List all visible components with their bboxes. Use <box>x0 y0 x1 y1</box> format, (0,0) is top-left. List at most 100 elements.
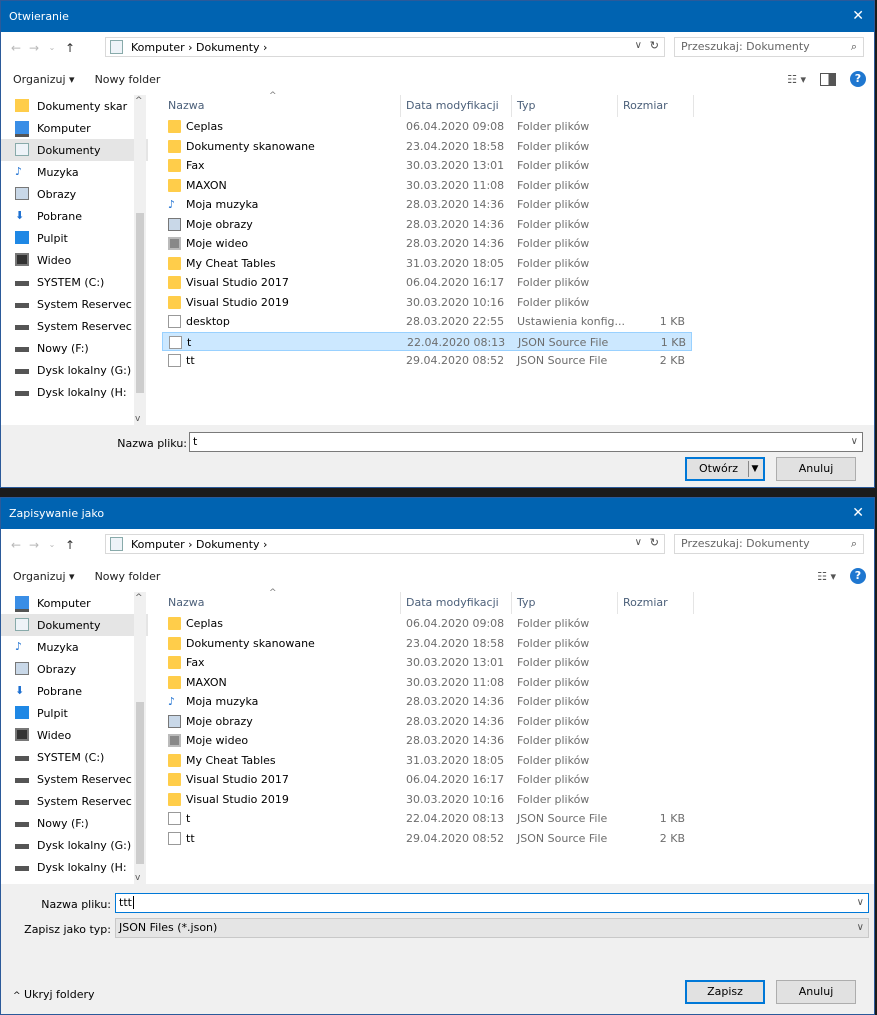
scroll-up-icon[interactable]: ^ <box>135 593 143 603</box>
column-date[interactable]: Data modyfikacji <box>406 99 499 112</box>
up-arrow-icon[interactable]: ↑ <box>61 538 79 552</box>
filetype-select[interactable]: JSON Files (*.json) ∨ <box>115 918 869 938</box>
back-arrow-icon[interactable]: ← <box>7 41 25 55</box>
nav-item[interactable]: Nowy (F:) <box>1 337 148 359</box>
file-row[interactable]: MAXON 30.03.2020 11:08 Folder plików <box>162 673 867 693</box>
column-size[interactable]: Rozmiar <box>623 99 668 112</box>
preview-pane-icon[interactable] <box>820 72 836 86</box>
nav-item[interactable]: Dysk lokalny (H: <box>1 856 148 878</box>
new-folder-button[interactable]: Nowy folder <box>95 73 161 86</box>
column-name[interactable]: Nazwa <box>168 99 204 112</box>
view-options-icon[interactable]: ☷ ▾ <box>817 570 836 583</box>
file-row[interactable]: Ceplas 06.04.2020 09:08 Folder plików <box>162 614 867 634</box>
organize-button[interactable]: Organizuj ▾ <box>13 570 75 583</box>
cancel-button[interactable]: Anuluj <box>776 457 856 481</box>
nav-item[interactable]: Obrazy <box>1 183 148 205</box>
breadcrumb[interactable]: Komputer › Dokumenty › <box>127 41 267 54</box>
view-options-icon[interactable]: ☷ ▾ <box>787 73 806 86</box>
file-row[interactable]: t 22.04.2020 08:13 JSON Source File 1 KB <box>162 809 867 829</box>
breadcrumb[interactable]: Komputer › Dokumenty › <box>127 538 267 551</box>
refresh-icon[interactable]: ↻ <box>650 536 659 549</box>
scrollbar-thumb[interactable] <box>136 702 144 864</box>
nav-scrollbar[interactable]: ^ v <box>134 592 146 884</box>
filename-field[interactable]: t ∨ <box>189 432 863 452</box>
refresh-icon[interactable]: ↻ <box>650 39 659 52</box>
file-row[interactable]: Visual Studio 2019 30.03.2020 10:16 Folder… <box>162 790 867 810</box>
file-row[interactable]: Ceplas 06.04.2020 09:08 Folder plików <box>162 117 867 137</box>
scroll-down-icon[interactable]: v <box>135 873 140 883</box>
search-icon[interactable]: ⌕ <box>851 38 857 56</box>
new-folder-button[interactable]: Nowy folder <box>95 570 161 583</box>
file-row[interactable]: Visual Studio 2019 30.03.2020 10:16 Folder… <box>162 293 867 313</box>
nav-item[interactable]: Dokumenty <box>1 614 148 636</box>
file-row[interactable]: ♪ Moja muzyka 28.03.2020 14:36 Folder plikó… <box>162 195 867 215</box>
file-row[interactable]: Visual Studio 2017 06.04.2020 16:17 Folder… <box>162 273 867 293</box>
back-arrow-icon[interactable]: ← <box>7 538 25 552</box>
nav-item[interactable]: SYSTEM (C:) <box>1 746 148 768</box>
close-icon[interactable]: ✕ <box>852 8 864 24</box>
save-button[interactable]: Zapisz <box>685 980 765 1004</box>
nav-item[interactable]: Nowy (F:) <box>1 812 148 834</box>
chevron-down-icon[interactable]: ∨ <box>857 919 864 937</box>
file-row[interactable]: tt 29.04.2020 08:52 JSON Source File 2 KB <box>162 351 867 371</box>
hide-folders-toggle[interactable]: ^ Ukryj foldery <box>13 988 95 1001</box>
nav-item[interactable]: System Reservec <box>1 293 148 315</box>
file-row[interactable]: Fax 30.03.2020 13:01 Folder plików <box>162 653 867 673</box>
up-arrow-icon[interactable]: ↑ <box>61 41 79 55</box>
search-input[interactable]: Przeszukaj: Dokumenty ⌕ <box>674 534 864 554</box>
file-row[interactable]: Moje obrazy 28.03.2020 14:36 Folder plików <box>162 215 867 235</box>
scroll-up-icon[interactable]: ^ <box>135 96 143 106</box>
close-icon[interactable]: ✕ <box>852 505 864 521</box>
nav-item[interactable]: Dokumenty <box>1 139 148 161</box>
nav-scrollbar[interactable]: ^ v <box>134 95 146 425</box>
search-input[interactable]: Przeszukaj: Dokumenty ⌕ <box>674 37 864 57</box>
nav-item[interactable]: Pulpit <box>1 227 148 249</box>
nav-item[interactable]: Obrazy <box>1 658 148 680</box>
file-row[interactable]: Fax 30.03.2020 13:01 Folder plików <box>162 156 867 176</box>
nav-item[interactable]: Wideo <box>1 724 148 746</box>
nav-item[interactable]: ♪ Muzyka <box>1 161 148 183</box>
nav-item[interactable]: Dokumenty skar <box>1 95 148 117</box>
nav-item[interactable]: Komputer <box>1 592 148 614</box>
file-row[interactable]: desktop 28.03.2020 22:55 Ustawienia konfig… <box>162 312 867 332</box>
chevron-down-icon[interactable]: ∨ <box>851 433 858 451</box>
scroll-down-icon[interactable]: v <box>135 414 140 424</box>
file-row[interactable]: MAXON 30.03.2020 11:08 Folder plików <box>162 176 867 196</box>
open-split-arrow-icon[interactable]: ▼ <box>748 461 761 477</box>
search-icon[interactable]: ⌕ <box>851 535 857 553</box>
nav-item[interactable]: Komputer <box>1 117 148 139</box>
recent-dropdown-icon[interactable]: ⌄ <box>43 43 61 52</box>
file-row[interactable]: Moje obrazy 28.03.2020 14:36 Folder plików <box>162 712 867 732</box>
nav-item[interactable]: System Reservec <box>1 768 148 790</box>
address-bar[interactable]: Komputer › Dokumenty › ∨ ↻ <box>105 534 665 554</box>
chevron-down-icon[interactable]: ∨ <box>635 40 642 51</box>
help-icon[interactable]: ? <box>850 568 866 584</box>
open-button[interactable]: Otwórz ▼ <box>685 457 765 481</box>
nav-item[interactable]: Dysk lokalny (G:) <box>1 834 148 856</box>
nav-item[interactable]: Pulpit <box>1 702 148 724</box>
column-size[interactable]: Rozmiar <box>623 596 668 609</box>
file-row[interactable]: Dokumenty skanowane 23.04.2020 18:58 Folde… <box>162 634 867 654</box>
forward-arrow-icon[interactable]: → <box>25 41 43 55</box>
scrollbar-thumb[interactable] <box>136 213 144 393</box>
nav-item[interactable]: ⬇ Pobrane <box>1 205 148 227</box>
file-row[interactable]: My Cheat Tables 31.03.2020 18:05 Folder pl… <box>162 254 867 274</box>
nav-item[interactable]: ⬇ Pobrane <box>1 680 148 702</box>
column-date[interactable]: Data modyfikacji <box>406 596 499 609</box>
file-row[interactable]: tt 29.04.2020 08:52 JSON Source File 2 KB <box>162 829 867 849</box>
address-bar[interactable]: Komputer › Dokumenty › ∨ ↻ <box>105 37 665 57</box>
file-row[interactable]: Moje wideo 28.03.2020 14:36 Folder plików <box>162 234 867 254</box>
file-row[interactable]: Moje wideo 28.03.2020 14:36 Folder plików <box>162 731 867 751</box>
chevron-down-icon[interactable]: ∨ <box>635 537 642 548</box>
column-type[interactable]: Typ <box>517 596 536 609</box>
chevron-down-icon[interactable]: ∨ <box>857 894 864 912</box>
nav-item[interactable]: Dysk lokalny (H: <box>1 381 148 403</box>
recent-dropdown-icon[interactable]: ⌄ <box>43 540 61 549</box>
file-row[interactable]: My Cheat Tables 31.03.2020 18:05 Folder pl… <box>162 751 867 771</box>
nav-item[interactable]: System Reservec <box>1 790 148 812</box>
forward-arrow-icon[interactable]: → <box>25 538 43 552</box>
column-type[interactable]: Typ <box>517 99 536 112</box>
file-row[interactable]: ♪ Moja muzyka 28.03.2020 14:36 Folder plikó… <box>162 692 867 712</box>
file-row[interactable]: Dokumenty skanowane 23.04.2020 18:58 Folde… <box>162 137 867 157</box>
organize-button[interactable]: Organizuj ▾ <box>13 73 75 86</box>
